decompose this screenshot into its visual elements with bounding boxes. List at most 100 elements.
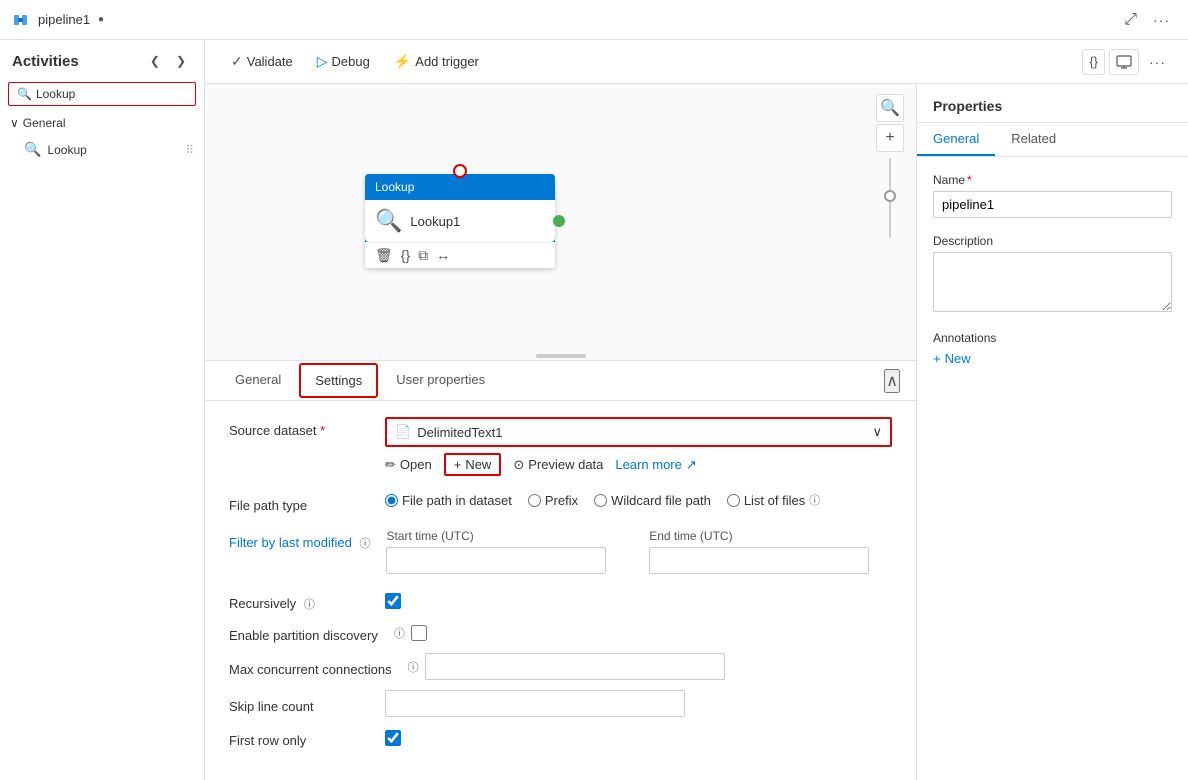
- end-time-input[interactable]: [649, 547, 869, 574]
- filter-control: Start time (UTC) End time (UTC): [386, 529, 892, 574]
- debug-button[interactable]: ▷ Debug: [307, 49, 380, 74]
- collapse-left-button[interactable]: ❮: [144, 50, 166, 72]
- dataset-file-icon: 📄: [395, 424, 411, 440]
- category-general-label: General: [23, 116, 66, 130]
- canvas-search-button[interactable]: 🔍: [876, 94, 904, 122]
- search-icon: 🔍: [17, 87, 32, 101]
- preview-icon: ⊙: [513, 457, 524, 473]
- canvas-zoom-slider[interactable]: [876, 154, 904, 242]
- canvas-controls: 🔍 +: [876, 94, 904, 242]
- node-code-button[interactable]: {}: [401, 247, 410, 264]
- prop-description-textarea[interactable]: [933, 252, 1172, 312]
- learn-more-link[interactable]: Learn more ↗: [615, 457, 696, 473]
- add-annotation-button[interactable]: + New: [933, 351, 1172, 366]
- prop-name-input[interactable]: [933, 191, 1172, 218]
- source-dataset-select[interactable]: 📄 DelimitedText1 ∨: [385, 417, 892, 447]
- tab-user-properties[interactable]: User properties: [382, 364, 499, 397]
- search-input[interactable]: [36, 87, 191, 101]
- canvas-resize-handle[interactable]: [536, 354, 586, 358]
- node-connect-button[interactable]: ↔: [436, 247, 450, 264]
- collapse-right-button[interactable]: ❯: [170, 50, 192, 72]
- more-options-button[interactable]: ···: [1147, 8, 1176, 32]
- partition-row: Enable partition discovery ⓘ: [229, 622, 892, 643]
- open-link[interactable]: ✏ Open: [385, 457, 432, 473]
- validate-label: Validate: [247, 54, 293, 69]
- bottom-panel: General Settings User properties ∧: [205, 360, 916, 780]
- monitor-button[interactable]: [1109, 49, 1139, 75]
- radio-prefix-input[interactable]: [528, 494, 541, 507]
- recursively-row: Recursively ⓘ: [229, 590, 892, 612]
- annotations-label: Annotations: [933, 331, 1172, 345]
- start-time-label: Start time (UTC): [386, 529, 629, 543]
- time-row: Start time (UTC) End time (UTC): [386, 529, 892, 574]
- prop-name-label: Name *: [933, 173, 1172, 187]
- node-header-label: Lookup: [375, 180, 414, 194]
- canvas[interactable]: Lookup 🔍 Lookup1 🗑 {} ⧉: [205, 84, 916, 360]
- plus-icon: +: [454, 457, 462, 472]
- max-connections-input[interactable]: [425, 653, 725, 680]
- prop-name-field: Name *: [933, 173, 1172, 218]
- sidebar-category-general[interactable]: ∨ General: [0, 110, 204, 136]
- add-trigger-label: Add trigger: [415, 54, 479, 69]
- required-marker: *: [320, 423, 325, 438]
- canvas-add-button[interactable]: +: [876, 124, 904, 152]
- skip-line-input[interactable]: [385, 690, 685, 717]
- sidebar-header: Activities ❮ ❯: [0, 40, 204, 78]
- toolbar: ✓ Validate ▷ Debug ⚡ Add trigger {}: [205, 40, 1188, 84]
- sidebar-item-lookup-label: Lookup: [47, 143, 86, 157]
- node-connect-dot[interactable]: [553, 215, 565, 227]
- radio-prefix[interactable]: Prefix: [528, 493, 578, 508]
- preview-data-link[interactable]: ⊙ Preview data: [513, 457, 603, 473]
- recursively-checkbox[interactable]: [385, 593, 401, 609]
- monitor-icon: [1116, 54, 1132, 70]
- partition-control: ⓘ: [394, 625, 427, 641]
- expand-button[interactable]: ⤢: [1118, 7, 1143, 33]
- node-top-circle: [453, 164, 467, 178]
- node-copy-button[interactable]: ⧉: [418, 247, 428, 264]
- lookup-node[interactable]: Lookup 🔍 Lookup1 🗑 {} ⧉: [365, 174, 555, 268]
- radio-wildcard-input[interactable]: [594, 494, 607, 507]
- annotations-section: Annotations + New: [933, 331, 1172, 366]
- start-time-input[interactable]: [386, 547, 606, 574]
- prop-tab-related[interactable]: Related: [995, 123, 1072, 156]
- filter-info-icon: ⓘ: [359, 538, 370, 550]
- code-button[interactable]: {}: [1082, 49, 1105, 75]
- trigger-icon: ⚡: [394, 53, 411, 70]
- max-connections-label: Max concurrent connections: [229, 656, 392, 677]
- bottom-panel-header: General Settings User properties ∧: [205, 361, 916, 401]
- radio-listoffiles[interactable]: List of files ⓘ: [727, 492, 820, 508]
- source-dataset-value: DelimitedText1: [417, 425, 502, 440]
- first-row-checkbox[interactable]: [385, 730, 401, 746]
- radio-filepath-input[interactable]: [385, 494, 398, 507]
- validate-button[interactable]: ✓ Validate: [221, 49, 303, 74]
- panel-collapse-button[interactable]: ∧: [884, 369, 900, 393]
- sidebar-item-lookup[interactable]: 🔍 Lookup ⠿: [0, 136, 204, 163]
- node-delete-button[interactable]: 🗑: [375, 247, 393, 264]
- filter-label: Filter by last modified ⓘ: [229, 529, 370, 551]
- tab-settings[interactable]: Settings: [299, 363, 378, 398]
- node-card: Lookup 🔍 Lookup1 🗑 {} ⧉: [365, 174, 555, 268]
- top-bar-actions: ⤢ ···: [1118, 7, 1176, 33]
- file-path-radio-group: File path in dataset Prefix Wildcard fil…: [385, 492, 892, 508]
- center-panel: ✓ Validate ▷ Debug ⚡ Add trigger {}: [205, 40, 1188, 780]
- more-toolbar-button[interactable]: ···: [1143, 49, 1172, 75]
- properties-body: Name * Description Annotations + New: [917, 157, 1188, 780]
- properties-title: Properties: [933, 98, 1002, 114]
- partition-checkbox[interactable]: [411, 625, 427, 641]
- list-of-files-info-icon: ⓘ: [809, 492, 820, 508]
- radio-listoffiles-input[interactable]: [727, 494, 740, 507]
- sidebar-header-actions: ❮ ❯: [144, 50, 192, 72]
- radio-wildcard[interactable]: Wildcard file path: [594, 493, 711, 508]
- tab-general[interactable]: General: [221, 364, 295, 397]
- prop-tab-general[interactable]: General: [917, 123, 995, 156]
- canvas-column: Lookup 🔍 Lookup1 🗑 {} ⧉: [205, 84, 916, 780]
- first-row-row: First row only: [229, 727, 892, 748]
- category-chevron-icon: ∨: [10, 116, 19, 130]
- new-button[interactable]: + New: [444, 453, 502, 476]
- debug-label: Debug: [332, 54, 370, 69]
- add-trigger-button[interactable]: ⚡ Add trigger: [384, 49, 489, 74]
- filter-modified-row: Filter by last modified ⓘ Start time (UT…: [229, 529, 892, 574]
- drag-handle-icon[interactable]: ⠿: [185, 143, 194, 157]
- radio-filepath[interactable]: File path in dataset: [385, 493, 512, 508]
- new-annotation-label: New: [945, 351, 971, 366]
